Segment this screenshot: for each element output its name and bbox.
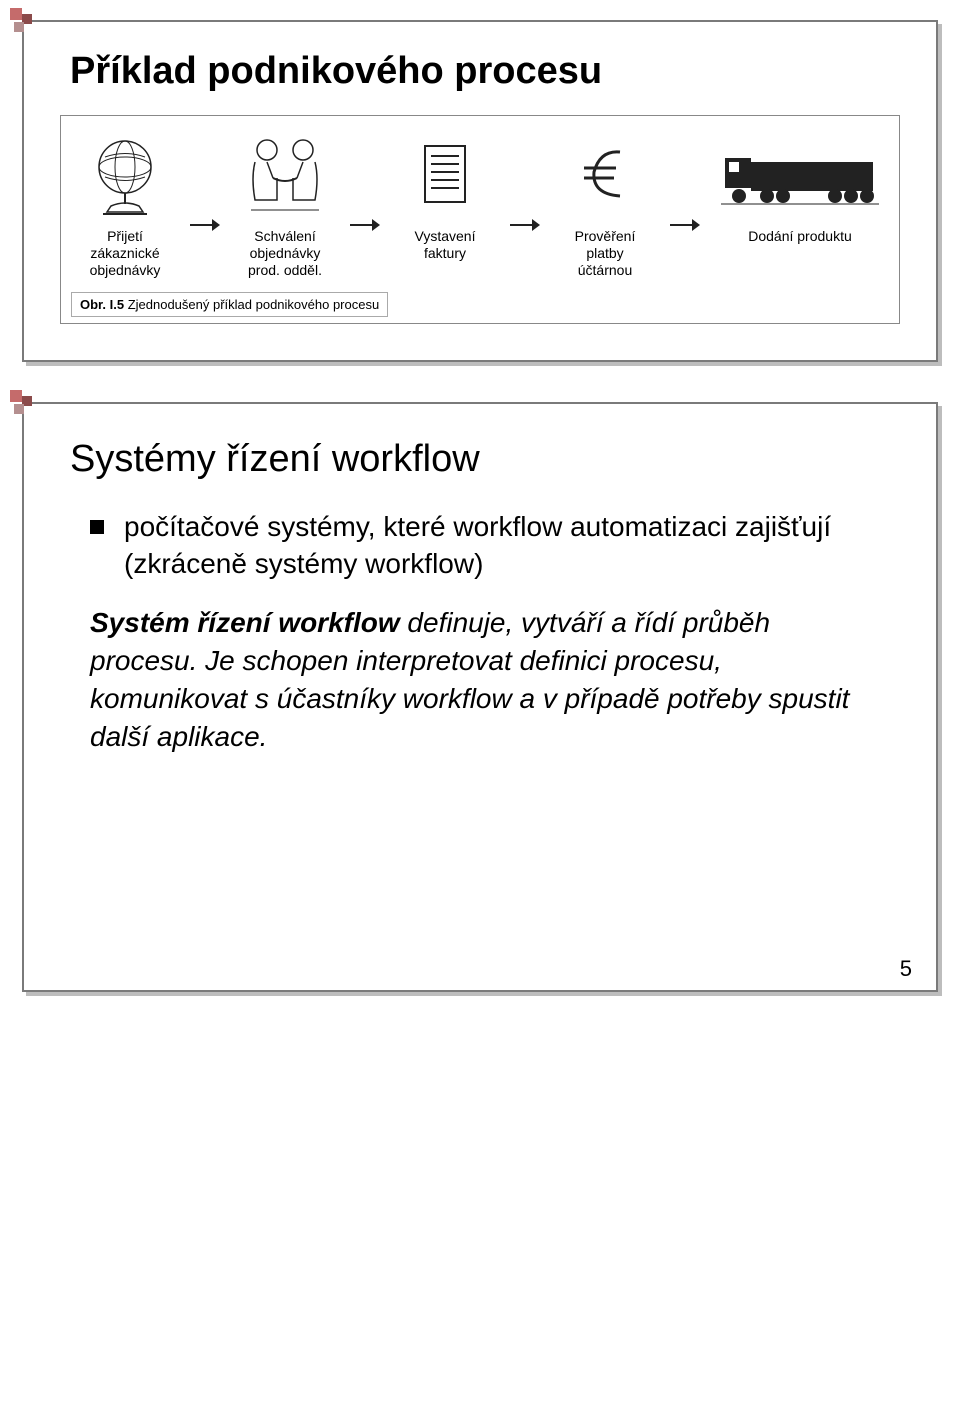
- figure-caption: Obr. I.5 Zjednodušený příklad podnikovéh…: [71, 292, 388, 317]
- process-step-4: Prověření platby účtárnou: [555, 132, 655, 278]
- document-icon: [415, 132, 475, 222]
- process-steps-row: Přijetí zákaznické objednávky S: [71, 126, 889, 282]
- process-step-1-caption: Přijetí zákaznické objednávky: [90, 228, 161, 278]
- slide-decoration-icon: [10, 390, 38, 418]
- handshake-icon: [237, 132, 333, 222]
- process-step-2-caption: Schválení objednávky prod. odděl.: [248, 228, 322, 278]
- definition-paragraph: Systém řízení workflow definuje, vytváří…: [60, 604, 900, 755]
- slide-1-title: Příklad podnikového procesu: [70, 50, 900, 93]
- slide-2-title: Systémy řízení workflow: [70, 438, 900, 481]
- slide-decoration-icon: [10, 8, 38, 36]
- process-step-1: Přijetí zákaznické objednávky: [75, 132, 175, 278]
- bullet-text: počítačové systémy, které workflow autom…: [124, 511, 831, 578]
- list-item: počítačové systémy, které workflow autom…: [90, 509, 876, 582]
- arrow-icon: [350, 217, 380, 233]
- euro-icon: [570, 132, 640, 222]
- process-diagram: Přijetí zákaznické objednávky S: [60, 115, 900, 324]
- process-step-3: Vystavení faktury: [395, 132, 495, 262]
- definition-lead: Systém řízení workflow: [90, 607, 400, 638]
- slide-2: Systémy řízení workflow počítačové systé…: [22, 402, 938, 992]
- truck-icon: [715, 132, 885, 222]
- process-step-2: Schválení objednávky prod. odděl.: [235, 132, 335, 278]
- process-step-5: Dodání produktu: [715, 132, 885, 245]
- process-step-5-caption: Dodání produktu: [748, 228, 852, 245]
- figure-caption-text: Zjednodušený příklad podnikového procesu: [128, 297, 380, 312]
- bullet-list: počítačové systémy, které workflow autom…: [60, 509, 900, 582]
- process-step-3-caption: Vystavení faktury: [415, 228, 476, 262]
- globe-icon: [85, 132, 165, 222]
- slide-1: Příklad podnikového procesu Přijetí záka…: [22, 20, 938, 362]
- process-step-4-caption: Prověření platby účtárnou: [575, 228, 636, 278]
- arrow-icon: [670, 217, 700, 233]
- arrow-icon: [190, 217, 220, 233]
- figure-label: Obr. I.5: [80, 297, 124, 312]
- page-number: 5: [900, 956, 912, 982]
- arrow-icon: [510, 217, 540, 233]
